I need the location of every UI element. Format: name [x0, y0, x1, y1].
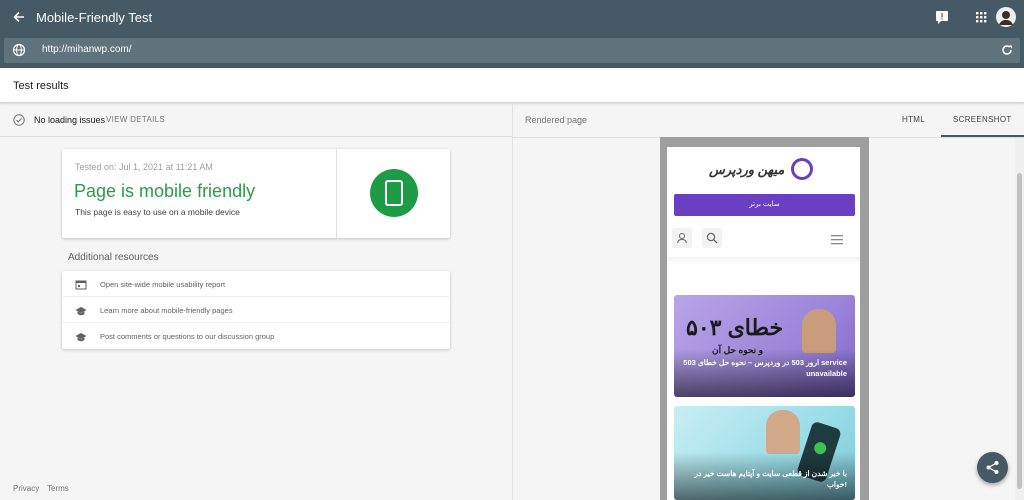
results-title: Test results	[13, 80, 69, 92]
school-icon	[75, 330, 87, 342]
hamburger-menu-icon	[831, 232, 843, 245]
resource-item-label: Post comments or questions to our discus…	[100, 332, 275, 341]
verdict-title: Page is mobile friendly	[74, 181, 256, 201]
rendered-page-panel: Rendered page HTML SCREENSHOT میهن وردپر…	[513, 103, 1024, 500]
smartphone-icon	[385, 180, 403, 206]
search-icon	[702, 228, 722, 248]
header-shadow	[667, 257, 860, 265]
url-input[interactable]: http://mihanwp.com/	[42, 44, 131, 55]
app-bar: Mobile-Friendly Test http://mihanwp.com/	[0, 0, 1024, 68]
school-icon	[75, 304, 87, 316]
card-divider	[336, 149, 337, 238]
site-top-button-label: سایت برتر	[749, 201, 780, 208]
tab-html[interactable]: HTML	[902, 115, 925, 124]
post-caption: با خبر شدن از قطعی سایت و آپتایم هاست خی…	[694, 469, 847, 489]
reload-icon[interactable]	[1000, 43, 1014, 57]
back-arrow-icon[interactable]	[10, 8, 28, 26]
site-top-button: سایت برتر	[674, 194, 855, 216]
loading-status-row: No loading issues VIEW DETAILS	[0, 103, 512, 137]
post-person-image	[802, 309, 836, 353]
rendered-page-label: Rendered page	[525, 115, 588, 125]
resource-item-learn-more[interactable]: Learn more about mobile-friendly pages	[62, 297, 450, 323]
summary-card: Tested on: Jul 1, 2021 at 11:21 AM Page …	[62, 149, 450, 238]
feedback-icon[interactable]	[933, 8, 951, 26]
loading-status-label: No loading issues	[34, 115, 106, 125]
mobile-screenshot: میهن وردپرس سایت برتر خطای ۵۰۳ و نحوه حل…	[667, 147, 860, 500]
resource-item-discussion[interactable]: Post comments or questions to our discus…	[62, 323, 450, 349]
account-avatar[interactable]	[996, 7, 1016, 27]
privacy-link[interactable]: Privacy	[13, 484, 39, 493]
post-person-image	[766, 410, 800, 454]
tab-screenshot[interactable]: SCREENSHOT	[953, 115, 1012, 124]
check-circle-icon	[13, 113, 25, 126]
left-panel: No loading issues VIEW DETAILS Tested on…	[0, 103, 512, 500]
app-title: Mobile-Friendly Test	[36, 10, 153, 25]
post-card-uptime: با خبر شدن از قطعی سایت و آپتایم هاست خی…	[674, 406, 855, 500]
device-frame: میهن وردپرس سایت برتر خطای ۵۰۳ و نحوه حل…	[660, 137, 869, 500]
user-icon	[672, 228, 692, 248]
verdict-description: This page is easy to use on a mobile dev…	[75, 207, 240, 217]
report-icon	[75, 278, 87, 290]
resource-item-label: Open site-wide mobile usability report	[100, 280, 226, 289]
scrollbar-thumb[interactable]	[1017, 173, 1022, 489]
additional-resources-heading: Additional resources	[68, 252, 159, 263]
resources-list: Open site-wide mobile usability report L…	[62, 271, 450, 349]
resource-item-label: Learn more about mobile-friendly pages	[100, 306, 233, 315]
post-caption: ارور 503 در وردپرس – نحوه حل خطای 503 se…	[683, 358, 847, 378]
post-503-title: خطای ۵۰۳	[686, 315, 784, 340]
globe-icon	[12, 43, 26, 57]
view-details-button[interactable]: VIEW DETAILS	[106, 115, 165, 124]
share-icon	[986, 461, 999, 474]
share-button[interactable]	[977, 452, 1008, 483]
post-card-503: خطای ۵۰۳ و نحوه حل آن ارور 503 در وردپرس…	[674, 295, 855, 397]
site-logo-text: میهن وردپرس	[709, 162, 785, 177]
tested-on-text: Tested on: Jul 1, 2021 at 11:21 AM	[75, 162, 213, 172]
url-bar: http://mihanwp.com/	[4, 38, 1020, 63]
site-logo-icon	[791, 158, 813, 180]
terms-link[interactable]: Terms	[47, 484, 69, 493]
results-header: Test results	[0, 68, 1024, 103]
resource-item-usability-report[interactable]: Open site-wide mobile usability report	[62, 271, 450, 297]
apps-grid-icon[interactable]	[972, 8, 990, 26]
